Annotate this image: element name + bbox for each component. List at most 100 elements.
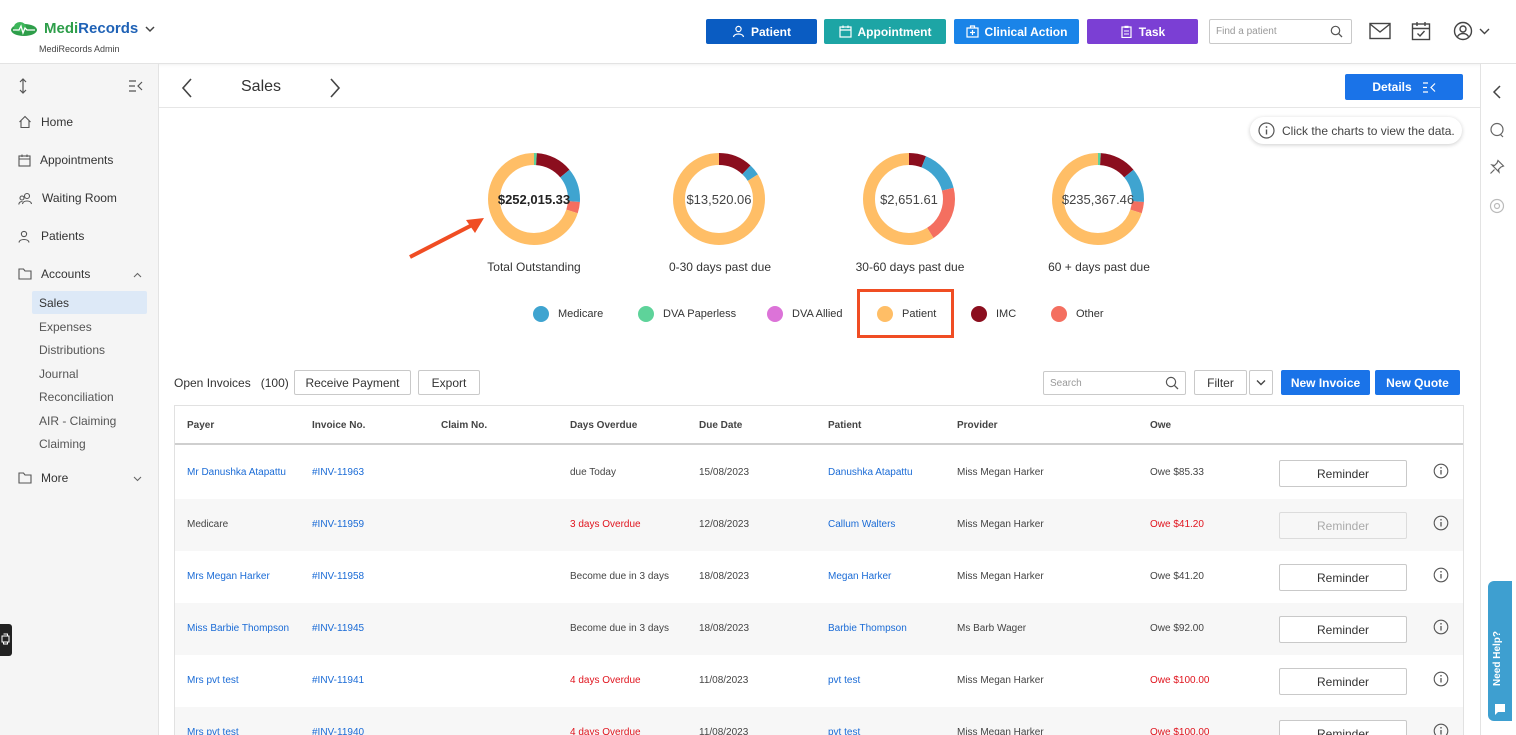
info-icon[interactable] (1433, 619, 1449, 635)
invoice-number-link[interactable]: #INV-11945 (312, 623, 364, 634)
donut-label-0-30: 0-30 days past due (668, 260, 772, 274)
donut-charts[interactable]: $252,015.33 $13,520.06 $2,651.61 $235,367.4… (0, 0, 1516, 290)
new-invoice-button[interactable]: New Invoice (1281, 370, 1370, 395)
table-row: Mrs Megan Harker #INV-11958 Become due in … (175, 551, 1463, 603)
due-date-cell: 11/08/2023 (699, 675, 749, 686)
donut-chart[interactable]: $13,520.06 (673, 153, 765, 245)
annotation-arrow (409, 218, 484, 259)
provider-cell: Miss Megan Harker (957, 571, 1044, 582)
sidebar-subitem-expenses[interactable]: Expenses (32, 315, 147, 338)
column-header-owe[interactable]: Owe (1150, 420, 1171, 431)
owe-cell: Owe $100.00 (1150, 727, 1210, 735)
table-row: Medicare #INV-11959 3 days Overdue 12/08/20… (175, 499, 1463, 551)
invoice-number-link[interactable]: #INV-11941 (312, 675, 364, 686)
info-icon[interactable] (1433, 515, 1449, 531)
invoice-number-link[interactable]: #INV-11959 (312, 519, 364, 530)
sidebar-subitem-air-claiming[interactable]: AIR - Claiming (32, 409, 147, 432)
sidebar-subitem-distributions[interactable]: Distributions (32, 338, 147, 361)
legend-item-dva-allied[interactable]: DVA Allied (767, 306, 843, 322)
export-button[interactable]: Export (418, 370, 480, 395)
reminder-button[interactable]: Reminder (1279, 616, 1407, 643)
owe-cell: Owe $100.00 (1150, 675, 1210, 686)
table-row: Mrs pvt test #INV-11941 4 days Overdue 11/0… (175, 655, 1463, 707)
column-header-due-date[interactable]: Due Date (699, 420, 742, 431)
folder-icon (18, 472, 32, 484)
column-header-days-overdue[interactable]: Days Overdue (570, 420, 637, 431)
legend-dot (971, 306, 987, 322)
column-header-provider[interactable]: Provider (957, 420, 998, 431)
donut-center-value: $13,520.06 (686, 192, 751, 207)
need-help-label: Need Help? (1492, 630, 1503, 686)
legend-item-medicare[interactable]: Medicare (533, 306, 603, 322)
chat-bubble-icon (1495, 704, 1505, 715)
days-overdue-cell: 4 days Overdue (570, 675, 641, 686)
invoice-number-link[interactable]: #INV-11958 (312, 571, 364, 582)
due-date-cell: 12/08/2023 (699, 519, 750, 530)
reminder-button[interactable]: Reminder (1279, 668, 1407, 695)
table-header: Payer Invoice No. Claim No. Days Overdue… (175, 406, 1463, 445)
sidebar-subitem-sales[interactable]: Sales (32, 291, 147, 314)
column-header-patient[interactable]: Patient (828, 420, 861, 431)
receive-payment-button[interactable]: Receive Payment (294, 370, 411, 395)
days-overdue-cell: 3 days Overdue (570, 519, 641, 530)
sidebar-subitem-reconciliation[interactable]: Reconciliation (32, 385, 147, 408)
info-icon[interactable] (1433, 671, 1449, 687)
payer-link[interactable]: Miss Barbie Thompson (187, 623, 289, 634)
printer-icon (1, 633, 10, 645)
sidebar-item-more[interactable]: More (18, 471, 68, 485)
due-date-cell: 15/08/2023 (699, 467, 750, 478)
new-quote-button[interactable]: New Quote (1375, 370, 1460, 395)
donut-chart[interactable]: $2,651.61 (863, 153, 955, 245)
reminder-button[interactable]: Reminder (1279, 564, 1407, 591)
patient-link[interactable]: pvt test (828, 727, 860, 735)
info-icon[interactable] (1433, 723, 1449, 735)
legend-item-other[interactable]: Other (1051, 306, 1104, 322)
table-row: Mr Danushka Atapattu #INV-11963 due Today 1… (175, 447, 1463, 499)
table-row: Miss Barbie Thompson #INV-11945 Become due… (175, 603, 1463, 655)
provider-cell: Miss Megan Harker (957, 727, 1044, 735)
invoice-search-input[interactable]: Search (1043, 371, 1186, 395)
patient-link[interactable]: Danushka Atapattu (828, 467, 913, 478)
provider-cell: Miss Megan Harker (957, 467, 1044, 478)
payer-link[interactable]: Mrs pvt test (187, 675, 239, 686)
filter-dropdown-button[interactable] (1249, 370, 1273, 395)
column-header-claim[interactable]: Claim No. (441, 420, 487, 431)
info-icon[interactable] (1433, 567, 1449, 583)
sidebar-subitem-claiming[interactable]: Claiming (32, 432, 147, 455)
days-overdue-cell: Become due in 3 days (570, 571, 669, 582)
days-overdue-cell: 4 days Overdue (570, 727, 641, 735)
side-drawer-toggle[interactable] (0, 624, 12, 656)
sidebar-subitem-journal[interactable]: Journal (32, 362, 147, 385)
donut-chart[interactable]: $235,367.46 (1052, 153, 1144, 245)
chevron-down-icon (1256, 380, 1266, 386)
legend-item-imc[interactable]: IMC (971, 306, 1016, 322)
patient-link[interactable]: Barbie Thompson (828, 623, 907, 634)
patient-link[interactable]: Callum Walters (828, 519, 895, 530)
donut-center-value: $2,651.61 (880, 192, 938, 207)
chevron-down-icon[interactable] (133, 476, 142, 482)
owe-cell: Owe $41.20 (1150, 519, 1204, 530)
invoice-number-link[interactable]: #INV-11940 (312, 727, 364, 735)
due-date-cell: 18/08/2023 (699, 571, 750, 582)
payer-link[interactable]: Mrs pvt test (187, 727, 239, 735)
search-icon[interactable] (1165, 376, 1179, 390)
info-icon[interactable] (1433, 463, 1449, 479)
patient-link[interactable]: pvt test (828, 675, 860, 686)
payer-link[interactable]: Mrs Megan Harker (187, 571, 270, 582)
open-invoices-heading: Open Invoices (100) (174, 376, 289, 390)
column-header-payer[interactable]: Payer (187, 420, 214, 431)
donut-chart[interactable]: $252,015.33 (488, 153, 580, 245)
provider-cell: Miss Megan Harker (957, 675, 1044, 686)
legend-dot (767, 306, 783, 322)
owe-cell: Owe $92.00 (1150, 623, 1204, 634)
payer-link[interactable]: Mr Danushka Atapattu (187, 467, 286, 478)
filter-button[interactable]: Filter (1194, 370, 1247, 395)
invoice-number-link[interactable]: #INV-11963 (312, 467, 364, 478)
legend-item-dva-paperless[interactable]: DVA Paperless (638, 306, 736, 322)
payer-cell: Medicare (187, 519, 229, 530)
reminder-button[interactable]: Reminder (1279, 720, 1407, 735)
patient-link[interactable]: Megan Harker (828, 571, 891, 582)
due-date-cell: 18/08/2023 (699, 623, 750, 634)
column-header-invoice[interactable]: Invoice No. (312, 420, 365, 431)
reminder-button[interactable]: Reminder (1279, 460, 1407, 487)
